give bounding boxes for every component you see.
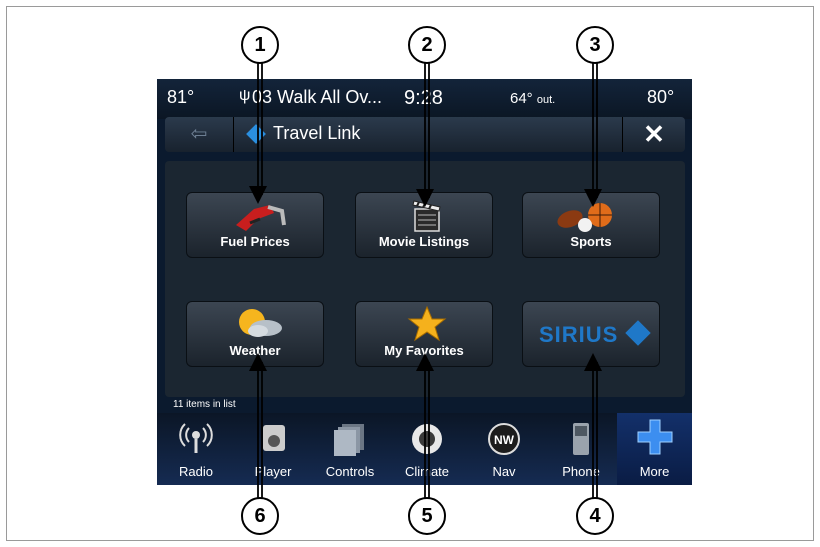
callout-1: 1: [241, 26, 279, 64]
callout-2: 2: [408, 26, 446, 64]
callout-arrows: [249, 62, 602, 498]
callout-4: 4: [576, 497, 614, 535]
callout-6: 6: [241, 497, 279, 535]
callout-3: 3: [576, 26, 614, 64]
callout-5: 5: [408, 497, 446, 535]
